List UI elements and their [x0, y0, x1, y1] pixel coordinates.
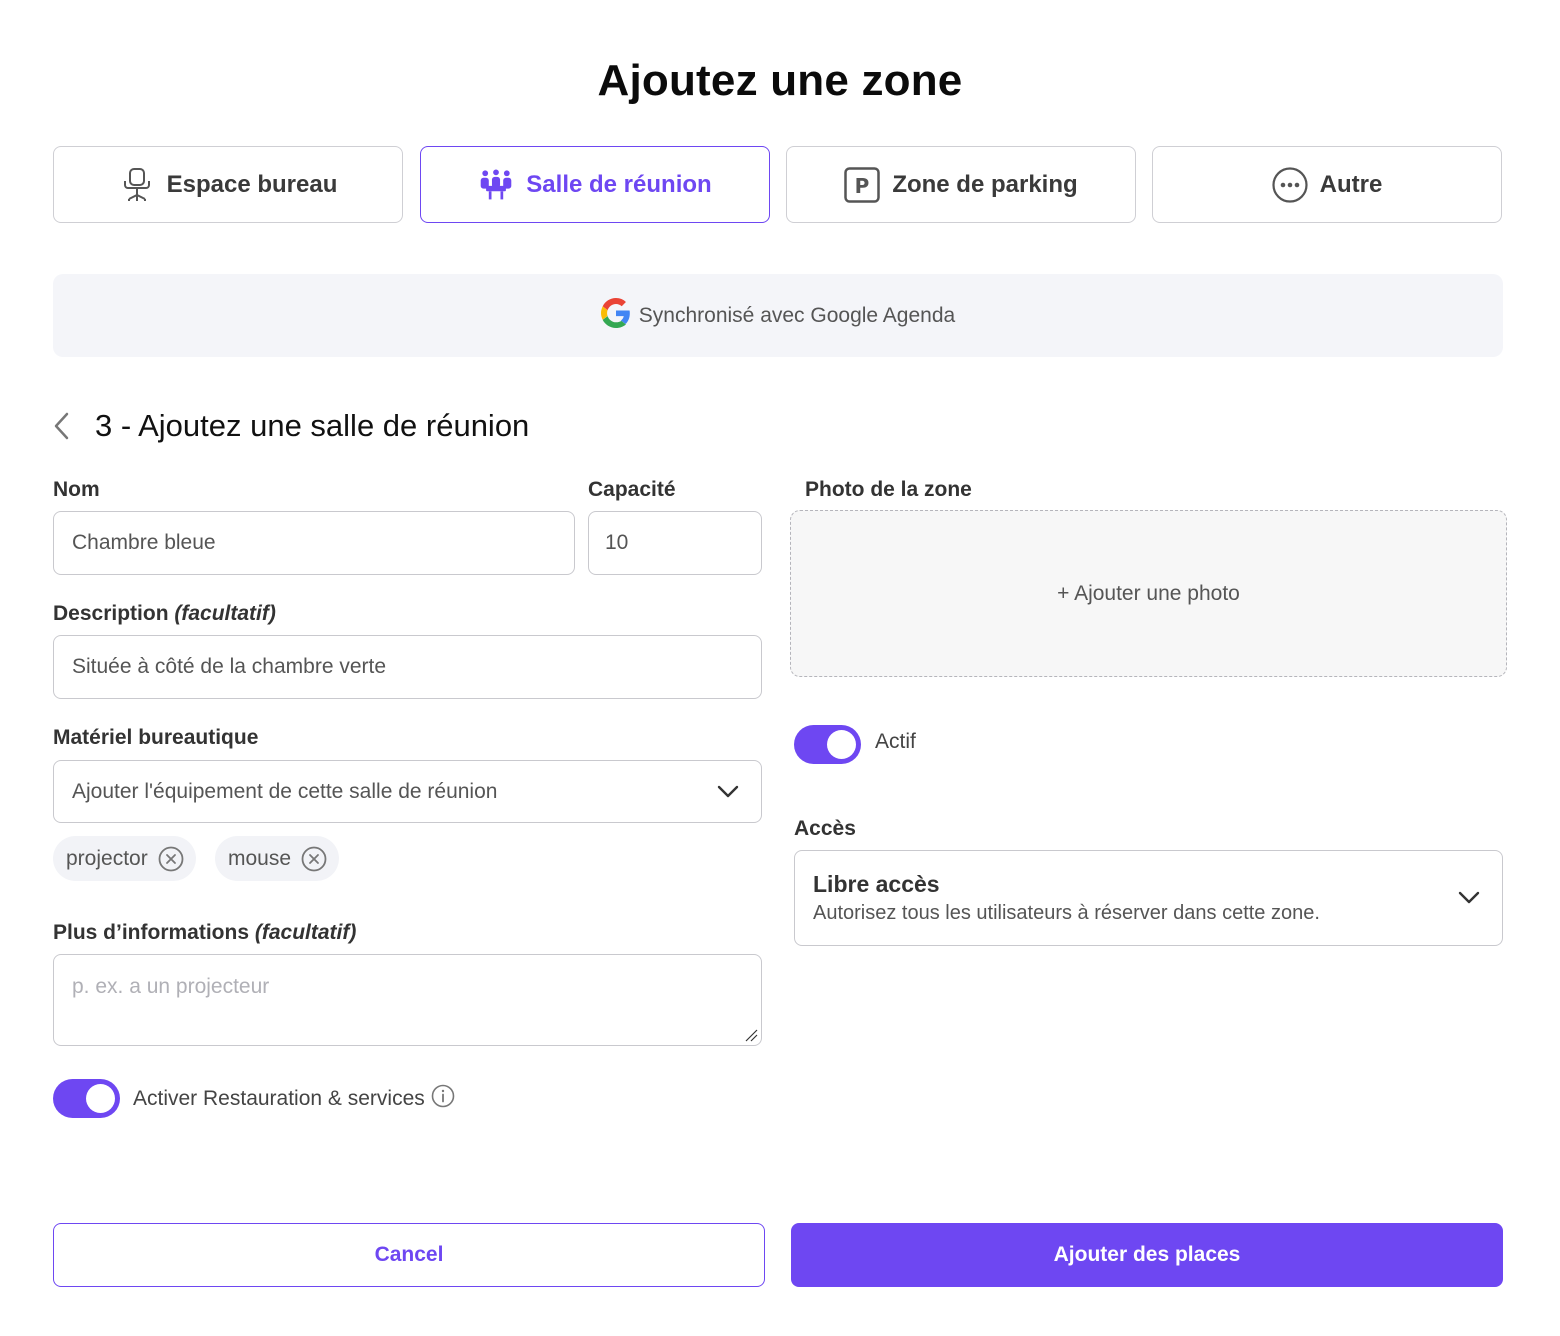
access-select[interactable]: Libre accès Autorisez tous les utilisate… [794, 850, 1503, 946]
tab-label: Autre [1319, 170, 1383, 198]
google-icon [600, 297, 631, 334]
access-description: Autorisez tous les utilisateurs à réserv… [813, 902, 1320, 924]
more-info-label: Plus d’informations (facultatif) [53, 921, 356, 945]
description-label-text: Description [53, 602, 169, 625]
tab-label: Salle de réunion [526, 170, 712, 198]
add-places-button[interactable]: Ajouter des places [791, 1223, 1503, 1287]
capacity-input[interactable]: 10 [588, 511, 762, 575]
step-header: 3 - Ajoutez une salle de réunion [53, 406, 529, 446]
remove-chip-icon[interactable] [301, 846, 327, 872]
add-photo-text: + Ajouter une photo [1057, 581, 1240, 605]
equipment-select-value: Ajouter l'équipement de cette salle de r… [72, 779, 498, 803]
tab-label: Zone de parking [892, 170, 1078, 198]
optional-tag: (facultatif) [254, 921, 357, 944]
svg-text:P: P [855, 174, 870, 198]
more-info-label-text: Plus d’informations [53, 921, 250, 944]
resize-handle-icon[interactable] [744, 1028, 758, 1042]
equipment-chip: projector [53, 836, 196, 881]
info-icon[interactable] [431, 1084, 455, 1114]
description-input[interactable]: Située à côté de la chambre verte [53, 635, 762, 699]
tab-label: Espace bureau [166, 170, 338, 198]
more-info-placeholder: p. ex. a un projecteur [72, 975, 270, 998]
capacity-label: Capacité [588, 478, 676, 501]
tab-salle-de-reunion[interactable]: Salle de réunion [420, 146, 770, 223]
parking-icon: P [844, 166, 881, 203]
catering-label-text: Activer Restauration & services [133, 1087, 425, 1110]
name-label: Nom [53, 478, 100, 501]
photo-label: Photo de la zone [805, 478, 972, 501]
equipment-chip: mouse [215, 836, 340, 881]
access-title: Libre accès [813, 871, 940, 897]
tab-espace-bureau[interactable]: Espace bureau [53, 146, 403, 223]
step-title: 3 - Ajoutez une salle de réunion [95, 408, 530, 443]
page-title: Ajoutez une zone [597, 56, 963, 105]
toggle-knob [86, 1084, 115, 1113]
chevron-down-icon [1458, 891, 1480, 904]
tab-zone-de-parking[interactable]: P Zone de parking [786, 146, 1136, 223]
cancel-button[interactable]: Cancel [53, 1223, 765, 1287]
description-value: Située à côté de la chambre verte [72, 655, 387, 678]
catering-toggle[interactable] [53, 1079, 120, 1118]
active-toggle[interactable] [794, 725, 861, 764]
catering-toggle-label: Activer Restauration & services [133, 1084, 455, 1114]
name-input[interactable]: Chambre bleue [53, 511, 575, 575]
active-toggle-label: Actif [875, 730, 916, 753]
access-label: Accès [794, 817, 856, 840]
toggle-knob [827, 730, 856, 759]
name-value: Chambre bleue [72, 531, 216, 554]
chip-label: mouse [228, 846, 292, 870]
more-info-textarea[interactable]: p. ex. a un projecteur [53, 954, 762, 1046]
chevron-down-icon [717, 785, 739, 797]
remove-chip-icon[interactable] [158, 846, 184, 872]
tab-autre[interactable]: Autre [1152, 146, 1502, 223]
capacity-value: 10 [605, 531, 629, 554]
office-chair-icon [119, 167, 155, 203]
optional-tag: (facultatif) [174, 602, 276, 625]
sync-text: Synchronisé avec Google Agenda [638, 303, 956, 327]
chevron-left-icon[interactable] [53, 406, 71, 446]
description-label: Description (facultatif) [53, 602, 276, 626]
meeting-room-icon [478, 167, 514, 203]
equipment-label: Matériel bureautique [53, 726, 259, 749]
equipment-select[interactable]: Ajouter l'équipement de cette salle de r… [53, 760, 762, 823]
google-sync-banner: Synchronisé avec Google Agenda [53, 274, 1503, 357]
photo-upload-area[interactable]: + Ajouter une photo [790, 510, 1507, 677]
chip-label: projector [66, 846, 148, 870]
more-icon [1272, 166, 1308, 203]
